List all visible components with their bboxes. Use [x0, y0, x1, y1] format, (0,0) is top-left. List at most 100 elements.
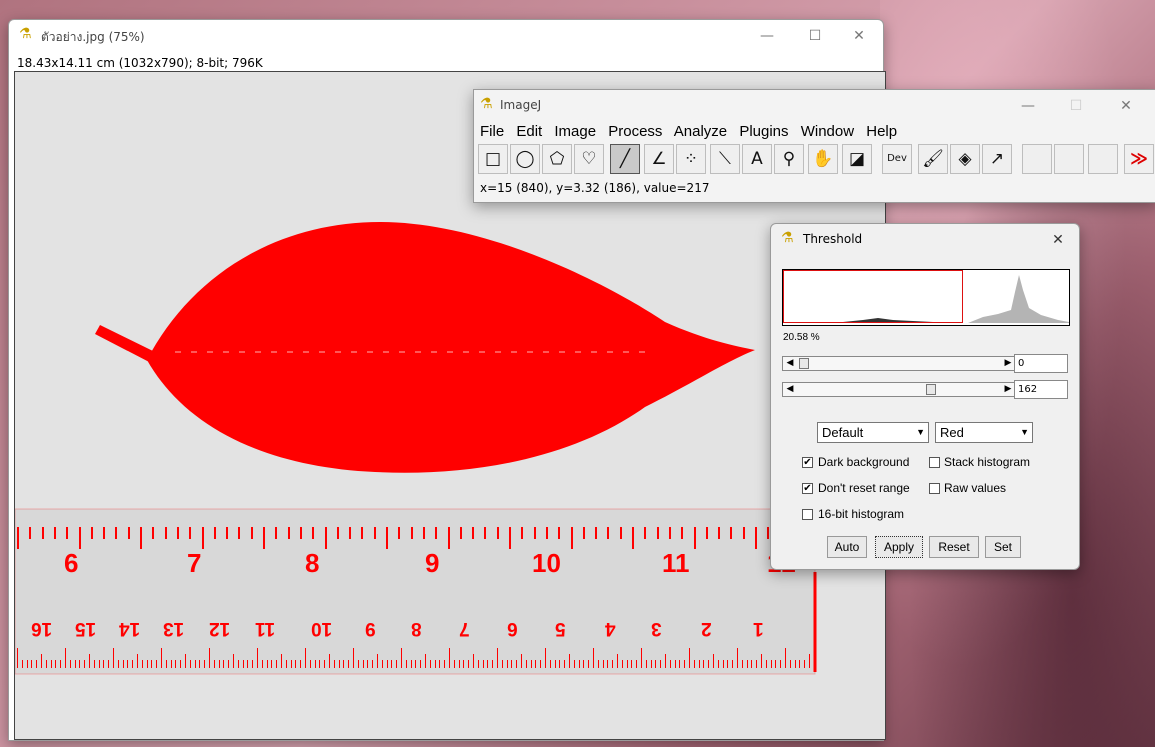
- flood-fill-tool[interactable]: ◈: [950, 144, 980, 174]
- menu-plugins[interactable]: Plugins: [739, 123, 788, 140]
- ruler-tick: [194, 660, 196, 668]
- rectangle-tool[interactable]: □: [478, 144, 508, 174]
- menu-help[interactable]: Help: [866, 123, 897, 140]
- slider-left-arrow[interactable]: ◀: [783, 383, 797, 396]
- method-dropdown[interactable]: Default ▼: [817, 422, 929, 443]
- ruler-tick: [746, 660, 748, 668]
- brush-tool[interactable]: 🖌: [918, 144, 948, 174]
- menu-file[interactable]: File: [480, 123, 504, 140]
- point-tool[interactable]: ⁘: [676, 144, 706, 174]
- dropdown-arrow-icon: ▼: [916, 427, 925, 437]
- ruler-tick: [161, 648, 162, 668]
- ruler-tick: [559, 660, 561, 668]
- more-tools[interactable]: ≫: [1124, 144, 1154, 174]
- angle-tool[interactable]: ∠: [644, 144, 674, 174]
- menu-window[interactable]: Window: [801, 123, 854, 140]
- threshold-histogram: [782, 269, 1070, 326]
- ruler-tick: [794, 660, 796, 668]
- ruler-tick: [755, 527, 757, 549]
- slider-right-arrow[interactable]: ▶: [1001, 383, 1015, 396]
- ruler-tick: [117, 660, 119, 668]
- ruler-tick: [684, 660, 686, 668]
- ruler-tick: [730, 527, 733, 539]
- dark-background-checkbox[interactable]: ✔: [802, 457, 813, 468]
- imagej-window[interactable]: ⚗ ImageJ — ☐ ✕ File Edit Image Process A…: [473, 89, 1155, 203]
- magnifier-tool[interactable]: ⚲: [774, 144, 804, 174]
- minimize-button[interactable]: —: [1008, 94, 1048, 118]
- slider-left-arrow[interactable]: ◀: [783, 357, 797, 370]
- threshold-titlebar[interactable]: ⚗ Threshold ✕: [771, 224, 1079, 256]
- menu-analyze[interactable]: Analyze: [674, 123, 727, 140]
- polygon-tool[interactable]: ⬠: [542, 144, 572, 174]
- close-button[interactable]: ✕: [839, 24, 879, 48]
- slider-right-arrow[interactable]: ▶: [1001, 357, 1015, 370]
- wand-tool[interactable]: ⟍: [710, 144, 740, 174]
- auto-button[interactable]: Auto: [827, 536, 867, 558]
- menu-image[interactable]: Image: [554, 123, 596, 140]
- dont-reset-range-checkbox[interactable]: ✔: [802, 483, 813, 494]
- empty-slot-3[interactable]: [1088, 144, 1118, 174]
- ruler-tick: [312, 527, 315, 539]
- text-tool[interactable]: A: [742, 144, 772, 174]
- threshold-dialog[interactable]: ⚗ Threshold ✕ 20.58 % ◀ ▶ 0 ◀ ▶ 162 Defa…: [770, 223, 1080, 570]
- min-slider[interactable]: ◀ ▶: [782, 356, 1016, 371]
- set-button[interactable]: Set: [985, 536, 1021, 558]
- ruler-tick: [569, 654, 570, 668]
- ruler-tick: [275, 527, 278, 539]
- line-tool[interactable]: ╱: [610, 144, 640, 174]
- close-button[interactable]: ✕: [1043, 228, 1073, 252]
- oval-tool[interactable]: ◯: [510, 144, 540, 174]
- max-slider[interactable]: ◀ ▶: [782, 382, 1016, 397]
- ruler-tick: [693, 660, 695, 668]
- 16bit-histogram-checkbox[interactable]: [802, 509, 813, 520]
- reset-button[interactable]: Reset: [929, 536, 979, 558]
- ruler-tick: [767, 527, 770, 539]
- ruler-tick: [656, 527, 659, 539]
- empty-slot-1[interactable]: [1022, 144, 1052, 174]
- dropdown-arrow-icon: ▼: [1020, 427, 1029, 437]
- ruler-tick: [668, 527, 671, 539]
- maximize-button[interactable]: ☐: [795, 24, 835, 48]
- freehand-tool[interactable]: ♡: [574, 144, 604, 174]
- ruler-tick: [176, 527, 179, 539]
- ruler-tick: [60, 660, 62, 668]
- hand-tool[interactable]: ✋: [808, 144, 838, 174]
- ruler-tick: [645, 660, 647, 668]
- ruler-tick: [727, 660, 729, 668]
- ruler-tick: [564, 660, 566, 668]
- empty-slot-2[interactable]: [1054, 144, 1084, 174]
- display-mode-value: Red: [940, 425, 964, 440]
- apply-button[interactable]: Apply: [875, 536, 923, 558]
- ruler-tick: [141, 660, 143, 668]
- ruler-number: 6: [507, 618, 518, 639]
- ruler-tick: [213, 527, 216, 539]
- color-picker-tool[interactable]: ◪: [842, 144, 872, 174]
- ruler-tick: [708, 660, 710, 668]
- ruler-tick: [434, 660, 436, 668]
- min-value-field[interactable]: 0: [1014, 354, 1068, 373]
- ruler-tick: [103, 527, 106, 539]
- ruler-tick: [756, 660, 758, 668]
- ruler-tick: [770, 660, 772, 668]
- developer-menu[interactable]: Dev: [882, 144, 912, 174]
- raw-values-checkbox[interactable]: [929, 483, 940, 494]
- image-window-titlebar[interactable]: ⚗ ตัวอย่าง.jpg (75%) — ☐ ✕: [9, 20, 883, 52]
- ruler-tick: [583, 660, 585, 668]
- slider-thumb[interactable]: [926, 384, 936, 395]
- display-mode-dropdown[interactable]: Red ▼: [935, 422, 1033, 443]
- ruler-number: 6: [64, 548, 79, 578]
- ruler-tick: [742, 527, 745, 539]
- menu-edit[interactable]: Edit: [516, 123, 542, 140]
- ruler-tick: [669, 660, 671, 668]
- minimize-button[interactable]: —: [747, 24, 787, 48]
- menu-process[interactable]: Process: [608, 123, 662, 140]
- ruler-tick: [367, 660, 369, 668]
- ruler-tick: [257, 648, 258, 668]
- imagej-titlebar[interactable]: ⚗ ImageJ — ☐ ✕: [474, 90, 1155, 122]
- stack-histogram-checkbox[interactable]: [929, 457, 940, 468]
- slider-thumb[interactable]: [799, 358, 809, 369]
- arrow-tool[interactable]: ↗: [982, 144, 1012, 174]
- max-value-field[interactable]: 162: [1014, 380, 1068, 399]
- close-button[interactable]: ✕: [1106, 94, 1146, 118]
- maximize-button[interactable]: ☐: [1056, 94, 1096, 118]
